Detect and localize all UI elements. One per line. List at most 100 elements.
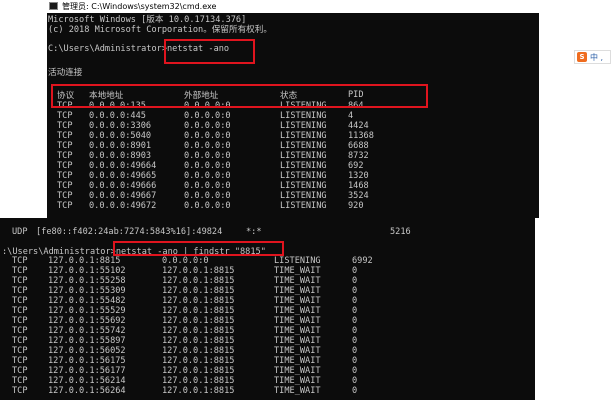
table-row: TCP 127.0.0.1:56264 127.0.0.1:8815 TIME_WAI… bbox=[12, 386, 392, 396]
cell-state: LISTENING bbox=[280, 151, 327, 161]
cell-state: LISTENING bbox=[280, 121, 327, 131]
cell-protocol: TCP bbox=[12, 326, 28, 336]
table-row: TCP 0.0.0.0:8901 0.0.0.0:0 LISTENING 6688 bbox=[57, 141, 408, 151]
cmd-app-icon bbox=[49, 2, 58, 10]
table-row: TCP 127.0.0.1:56214 127.0.0.1:8815 TIME_WAI… bbox=[12, 376, 392, 386]
cell-foreign-address: 127.0.0.1:8815 bbox=[162, 296, 235, 306]
table-row: TCP 127.0.0.1:55482 127.0.0.1:8815 TIME_WAI… bbox=[12, 296, 392, 306]
cell-protocol: TCP bbox=[57, 121, 73, 131]
cell-pid: 3524 bbox=[348, 191, 369, 201]
cell-local-address: 127.0.0.1:56175 bbox=[48, 356, 126, 366]
table-row: TCP 127.0.0.1:8815 0.0.0.0:0 LISTENING 6992 bbox=[12, 256, 392, 266]
cell-state: TIME_WAIT bbox=[274, 366, 321, 376]
cell-pid: 0 bbox=[352, 316, 358, 326]
cell-local-address: 0.0.0.0:8901 bbox=[89, 141, 152, 151]
cell-local-address: 0.0.0.0:49665 bbox=[89, 171, 157, 181]
cell-pid: 0 bbox=[352, 286, 358, 296]
cell-foreign-address: *:* bbox=[246, 227, 262, 237]
cell-pid: 0 bbox=[352, 296, 358, 306]
cell-foreign-address: 0.0.0.0:0 bbox=[184, 161, 231, 171]
cell-pid: 692 bbox=[348, 161, 364, 171]
cell-state: TIME_WAIT bbox=[274, 326, 321, 336]
cell-protocol: TCP bbox=[12, 266, 28, 276]
cell-state: TIME_WAIT bbox=[274, 336, 321, 346]
cell-local-address: 127.0.0.1:56052 bbox=[48, 346, 126, 356]
table-row: TCP 127.0.0.1:55529 127.0.0.1:8815 TIME_WAI… bbox=[12, 306, 392, 316]
cell-pid: 5216 bbox=[390, 227, 411, 237]
ime-mode-label: 中 , bbox=[590, 53, 604, 62]
table-row: TCP 0.0.0.0:49666 0.0.0.0:0 LISTENING 1468 bbox=[57, 181, 408, 191]
cell-protocol: TCP bbox=[12, 366, 28, 376]
cell-protocol: TCP bbox=[12, 356, 28, 366]
cell-protocol: TCP bbox=[57, 161, 73, 171]
table-row: TCP 127.0.0.1:55742 127.0.0.1:8815 TIME_WAI… bbox=[12, 326, 392, 336]
cell-local-address: 127.0.0.1:56177 bbox=[48, 366, 126, 376]
table-row: TCP 127.0.0.1:55692 127.0.0.1:8815 TIME_WAI… bbox=[12, 316, 392, 326]
cell-pid: 6992 bbox=[352, 256, 373, 266]
cell-protocol: TCP bbox=[57, 151, 73, 161]
cell-pid: 0 bbox=[352, 346, 358, 356]
cell-local-address: 0.0.0.0:5040 bbox=[89, 131, 152, 141]
cell-pid: 0 bbox=[352, 306, 358, 316]
cell-local-address: 0.0.0.0:49672 bbox=[89, 201, 157, 211]
cell-local-address: 127.0.0.1:8815 bbox=[48, 256, 121, 266]
cell-pid: 0 bbox=[352, 336, 358, 346]
cell-state: LISTENING bbox=[280, 161, 327, 171]
cell-protocol: TCP bbox=[12, 256, 28, 266]
table-row: TCP 0.0.0.0:8903 0.0.0.0:0 LISTENING 8732 bbox=[57, 151, 408, 161]
cell-local-address: 127.0.0.1:55529 bbox=[48, 306, 126, 316]
cell-pid: 8732 bbox=[348, 151, 369, 161]
table-row: TCP 0.0.0.0:5040 0.0.0.0:0 LISTENING 11368 bbox=[57, 131, 408, 141]
ime-indicator[interactable]: S 中 , bbox=[574, 50, 611, 64]
cell-state: LISTENING bbox=[280, 141, 327, 151]
banner-line-2: (c) 2018 Microsoft Corporation。保留所有权利。 bbox=[48, 25, 272, 35]
cell-pid: 0 bbox=[352, 276, 358, 286]
cell-protocol: TCP bbox=[12, 286, 28, 296]
cell-foreign-address: 127.0.0.1:8815 bbox=[162, 336, 235, 346]
cell-pid: 920 bbox=[348, 201, 364, 211]
cell-protocol: TCP bbox=[57, 131, 73, 141]
cell-state: TIME_WAIT bbox=[274, 356, 321, 366]
cell-foreign-address: 127.0.0.1:8815 bbox=[162, 326, 235, 336]
cell-foreign-address: 127.0.0.1:8815 bbox=[162, 376, 235, 386]
section-label: 活动连接 bbox=[48, 68, 83, 78]
cell-state bbox=[324, 227, 390, 237]
cell-local-address: 127.0.0.1:56264 bbox=[48, 386, 126, 396]
window-title: 管理员: C:\Windows\system32\cmd.exe bbox=[62, 2, 217, 11]
cell-local-address: 0.0.0.0:49666 bbox=[89, 181, 157, 191]
cell-pid: 6688 bbox=[348, 141, 369, 151]
cell-foreign-address: 127.0.0.1:8815 bbox=[162, 346, 235, 356]
cell-protocol: TCP bbox=[12, 346, 28, 356]
table-row: TCP 127.0.0.1:55102 127.0.0.1:8815 TIME_WAI… bbox=[12, 266, 392, 276]
cell-pid: 4424 bbox=[348, 121, 369, 131]
cell-local-address: 0.0.0.0:8903 bbox=[89, 151, 152, 161]
cmd-window-1: 管理员: C:\Windows\system32\cmd.exe Microso… bbox=[47, 0, 539, 218]
highlight-command-findstr bbox=[113, 241, 284, 256]
cell-local-address: 127.0.0.1:55482 bbox=[48, 296, 126, 306]
cell-protocol: TCP bbox=[57, 111, 73, 121]
cell-state: LISTENING bbox=[274, 256, 321, 266]
table-row: TCP 127.0.0.1:56052 127.0.0.1:8815 TIME_WAI… bbox=[12, 346, 392, 356]
cell-foreign-address: 127.0.0.1:8815 bbox=[162, 306, 235, 316]
table-row: TCP 0.0.0.0:49665 0.0.0.0:0 LISTENING 1320 bbox=[57, 171, 408, 181]
cell-protocol: TCP bbox=[57, 141, 73, 151]
cell-foreign-address: 0.0.0.0:0 bbox=[184, 131, 231, 141]
cell-local-address: 0.0.0.0:49664 bbox=[89, 161, 157, 171]
cell-local-address: 127.0.0.1:55692 bbox=[48, 316, 126, 326]
cell-protocol: TCP bbox=[57, 181, 73, 191]
cell-foreign-address: 0.0.0.0:0 bbox=[184, 191, 231, 201]
cell-foreign-address: 0.0.0.0:0 bbox=[162, 256, 209, 266]
cell-pid: 11368 bbox=[348, 131, 374, 141]
cell-state: TIME_WAIT bbox=[274, 346, 321, 356]
findstr-results-table: TCP 127.0.0.1:8815 0.0.0.0:0 LISTENING 6992 T… bbox=[12, 256, 392, 396]
table-row: TCP 0.0.0.0:3306 0.0.0.0:0 LISTENING 4424 bbox=[57, 121, 408, 131]
cell-foreign-address: 0.0.0.0:0 bbox=[184, 151, 231, 161]
cell-state: LISTENING bbox=[280, 201, 327, 211]
title-bar[interactable]: 管理员: C:\Windows\system32\cmd.exe bbox=[47, 0, 539, 13]
cell-foreign-address: 0.0.0.0:0 bbox=[184, 201, 231, 211]
cell-protocol: TCP bbox=[12, 376, 28, 386]
cell-pid: 0 bbox=[352, 366, 358, 376]
cell-protocol: UDP bbox=[12, 227, 28, 237]
cell-foreign-address: 0.0.0.0:0 bbox=[184, 181, 231, 191]
cell-state: TIME_WAIT bbox=[274, 266, 321, 276]
